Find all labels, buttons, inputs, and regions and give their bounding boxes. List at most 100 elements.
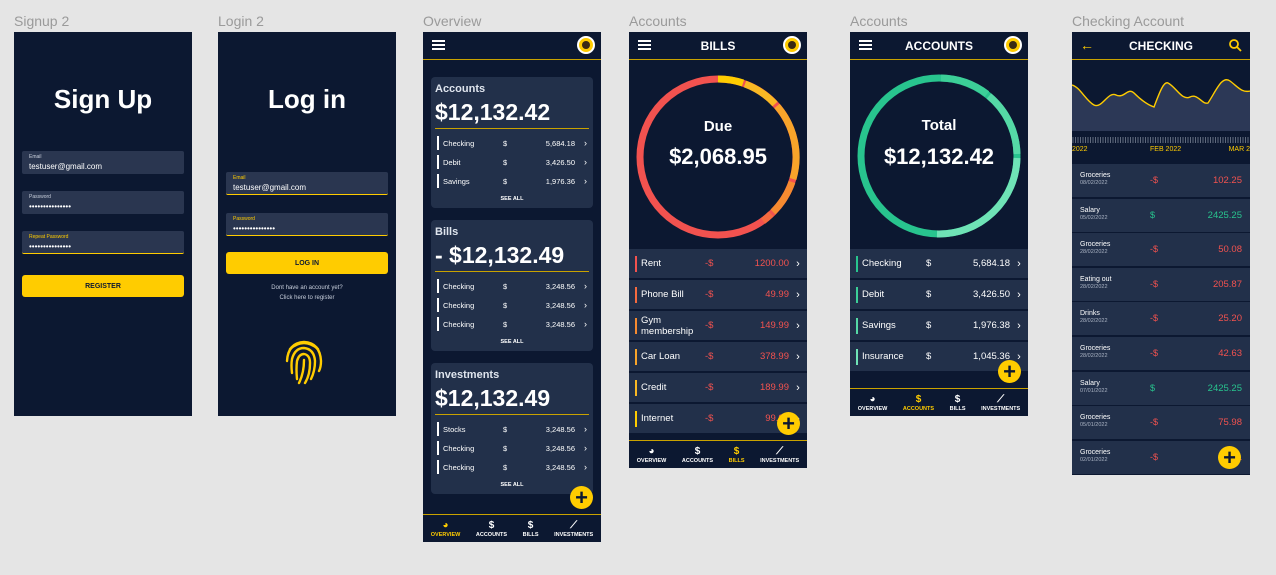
- item-name: Phone Bill: [641, 289, 684, 300]
- page-title: CHECKING: [1128, 38, 1193, 53]
- menu-icon[interactable]: [859, 40, 872, 50]
- bottom-nav: ◕ OVERVIEW $ ACCOUNTS $ BILLS ⟋ INVESTMENTS: [629, 440, 807, 468]
- ring-amount: $12,132.42: [883, 144, 995, 169]
- transaction-row[interactable]: Groceries 05/01/2022 -$ 75.98: [1072, 406, 1250, 441]
- email-field[interactable]: Email testuser@gmail.com: [22, 151, 184, 174]
- nav-accounts[interactable]: $ ACCOUNTS: [682, 446, 713, 464]
- see-all-link[interactable]: SEE ALL: [431, 196, 593, 202]
- list-item[interactable]: Savings $1,976.38 ›: [850, 311, 1028, 341]
- repeat-password-field[interactable]: Repeat Password •••••••••••••••: [22, 231, 184, 254]
- transaction-amount: 25.20: [1218, 313, 1242, 325]
- trend-icon: ⟋: [997, 393, 1005, 405]
- list-item[interactable]: Checking $5,684.18 ›: [850, 249, 1028, 279]
- bills-card[interactable]: Bills - $12,132.49 Checking $3,248.56 › Ch…: [431, 220, 593, 351]
- transaction-name: Groceries: [1080, 172, 1111, 179]
- transaction-date: 28/02/2022: [1080, 249, 1108, 256]
- transaction-date: 08/02/2022: [1080, 180, 1108, 186]
- transaction-row[interactable]: Salary 05/02/2022 $2425.25: [1072, 198, 1250, 233]
- bill-icon: $: [954, 393, 961, 405]
- list-item[interactable]: Checking $3,248.56 ›: [437, 460, 587, 474]
- register-link[interactable]: Click here to register: [218, 295, 396, 301]
- transaction-date: 02/01/2022: [1080, 456, 1108, 463]
- frame-label-checking: Checking Account: [1072, 13, 1185, 29]
- overview-screen: Accounts $12,132.42 Checking $5,684.18 › D…: [423, 32, 601, 542]
- add-button[interactable]: +: [777, 412, 800, 435]
- transaction-date: 28/02/2022: [1080, 353, 1108, 359]
- frame-label-accounts: Accounts: [850, 13, 908, 29]
- nav-overview[interactable]: ◕ OVERVIEW: [637, 446, 667, 464]
- password-field[interactable]: Password •••••••••••••••: [226, 213, 388, 236]
- item-name: Savings: [862, 320, 896, 331]
- color-indicator: [635, 255, 637, 272]
- list-item[interactable]: Debit $3,426.50 ›: [437, 155, 587, 169]
- nav-investments[interactable]: ⟋ INVESTMENTS: [760, 446, 799, 464]
- nav-overview[interactable]: ◕ OVERVIEW: [431, 520, 461, 538]
- color-indicator: [635, 348, 637, 365]
- investments-card[interactable]: Investments $12,132.49 Stocks $3,248.56 › …: [431, 363, 593, 494]
- item-currency: $: [926, 258, 932, 269]
- transaction-row[interactable]: Groceries 28/02/2022 -$ 42.63: [1072, 337, 1250, 371]
- password-value: •••••••••••••••: [29, 202, 72, 211]
- list-item[interactable]: Checking $3,248.56 ›: [437, 317, 587, 331]
- fingerprint-icon[interactable]: [284, 335, 324, 387]
- card-title: Accounts: [435, 83, 486, 95]
- list-item[interactable]: Rent -$ 1200.00 ›: [629, 249, 807, 279]
- list-item[interactable]: Checking $3,248.56 ›: [437, 279, 587, 293]
- menu-icon[interactable]: [638, 40, 651, 50]
- chevron-right-icon: ›: [796, 381, 800, 394]
- list-item[interactable]: Stocks $3,248.56 ›: [437, 422, 587, 436]
- transaction-amount: 205.87: [1212, 278, 1242, 290]
- transaction-row[interactable]: Salary 07/01/2022 $2425.25: [1072, 371, 1250, 406]
- list-item[interactable]: Debit $3,426.50 ›: [850, 280, 1028, 310]
- transaction-row[interactable]: Groceries 28/02/2022 -$ 50.08: [1072, 233, 1250, 268]
- transaction-currency: -$: [1150, 175, 1159, 185]
- avatar[interactable]: [783, 36, 801, 54]
- transaction-row[interactable]: Eating out 28/02/2022 -$ 205.87: [1072, 267, 1250, 302]
- nav-bills[interactable]: $ BILLS: [523, 520, 539, 538]
- bill-icon: $: [733, 445, 740, 457]
- bottom-nav: ◕ OVERVIEW $ ACCOUNTS $ BILLS ⟋ INVESTMENTS: [423, 514, 601, 542]
- menu-icon[interactable]: [432, 40, 445, 50]
- bottom-nav: ◕ OVERVIEW $ ACCOUNTS $ BILLS ⟋ INVESTMENTS: [850, 388, 1028, 416]
- list-item[interactable]: Car Loan -$ 378.99 ›: [629, 342, 807, 372]
- see-all-link[interactable]: SEE ALL: [431, 482, 593, 488]
- axis-label: FEB 2022: [1150, 146, 1182, 153]
- list-item[interactable]: Checking $3,248.56 ›: [437, 441, 587, 455]
- page-title: BILLS: [700, 38, 736, 53]
- list-item[interactable]: Checking $3,248.56 ›: [437, 298, 587, 312]
- list-item[interactable]: Credit -$ 189.99 ›: [629, 373, 807, 403]
- nav-bills[interactable]: $ BILLS: [729, 446, 745, 464]
- nav-bills[interactable]: $ BILLS: [950, 394, 966, 412]
- see-all-link[interactable]: SEE ALL: [431, 339, 593, 345]
- nav-accounts[interactable]: $ ACCOUNTS: [476, 520, 507, 538]
- pie-chart-icon: ◕: [442, 519, 449, 531]
- login-button[interactable]: LOG IN: [226, 252, 388, 274]
- nav-accounts[interactable]: $ ACCOUNTS: [903, 394, 934, 412]
- avatar[interactable]: [1004, 36, 1022, 54]
- password-field[interactable]: Password •••••••••••••••: [22, 191, 184, 214]
- nav-investments[interactable]: ⟋ INVESTMENTS: [554, 520, 593, 538]
- email-field[interactable]: Email testuser@gmail.com: [226, 172, 388, 195]
- transaction-currency: -$: [1150, 417, 1159, 428]
- add-button[interactable]: +: [570, 486, 593, 509]
- list-item[interactable]: Gym membership -$ 149.99 ›: [629, 311, 807, 341]
- add-button[interactable]: +: [1218, 446, 1241, 469]
- transaction-currency: -$: [1150, 244, 1159, 255]
- list-item[interactable]: Checking $5,684.18 ›: [437, 136, 587, 150]
- transaction-name: Groceries: [1080, 345, 1111, 352]
- transaction-row[interactable]: Groceries 08/02/2022 -$ 102.25: [1072, 164, 1250, 198]
- list-item[interactable]: Phone Bill -$ 49.99 ›: [629, 280, 807, 310]
- arrow-left-icon[interactable]: ←: [1080, 37, 1094, 53]
- register-button[interactable]: REGISTER: [22, 275, 184, 297]
- password-label: Password: [29, 194, 51, 200]
- chevron-right-icon: ›: [584, 319, 587, 329]
- list-item[interactable]: Savings $1,976.36 ›: [437, 174, 587, 188]
- search-icon[interactable]: [1229, 39, 1242, 52]
- accounts-card[interactable]: Accounts $12,132.42 Checking $5,684.18 › D…: [431, 77, 593, 208]
- avatar[interactable]: [577, 36, 595, 54]
- add-button[interactable]: +: [998, 360, 1021, 383]
- nav-investments[interactable]: ⟋ INVESTMENTS: [981, 394, 1020, 412]
- nav-overview[interactable]: ◕ OVERVIEW: [858, 394, 888, 412]
- transaction-row[interactable]: Drinks 28/02/2022 -$ 25.20: [1072, 302, 1250, 337]
- item-currency: $: [926, 289, 932, 300]
